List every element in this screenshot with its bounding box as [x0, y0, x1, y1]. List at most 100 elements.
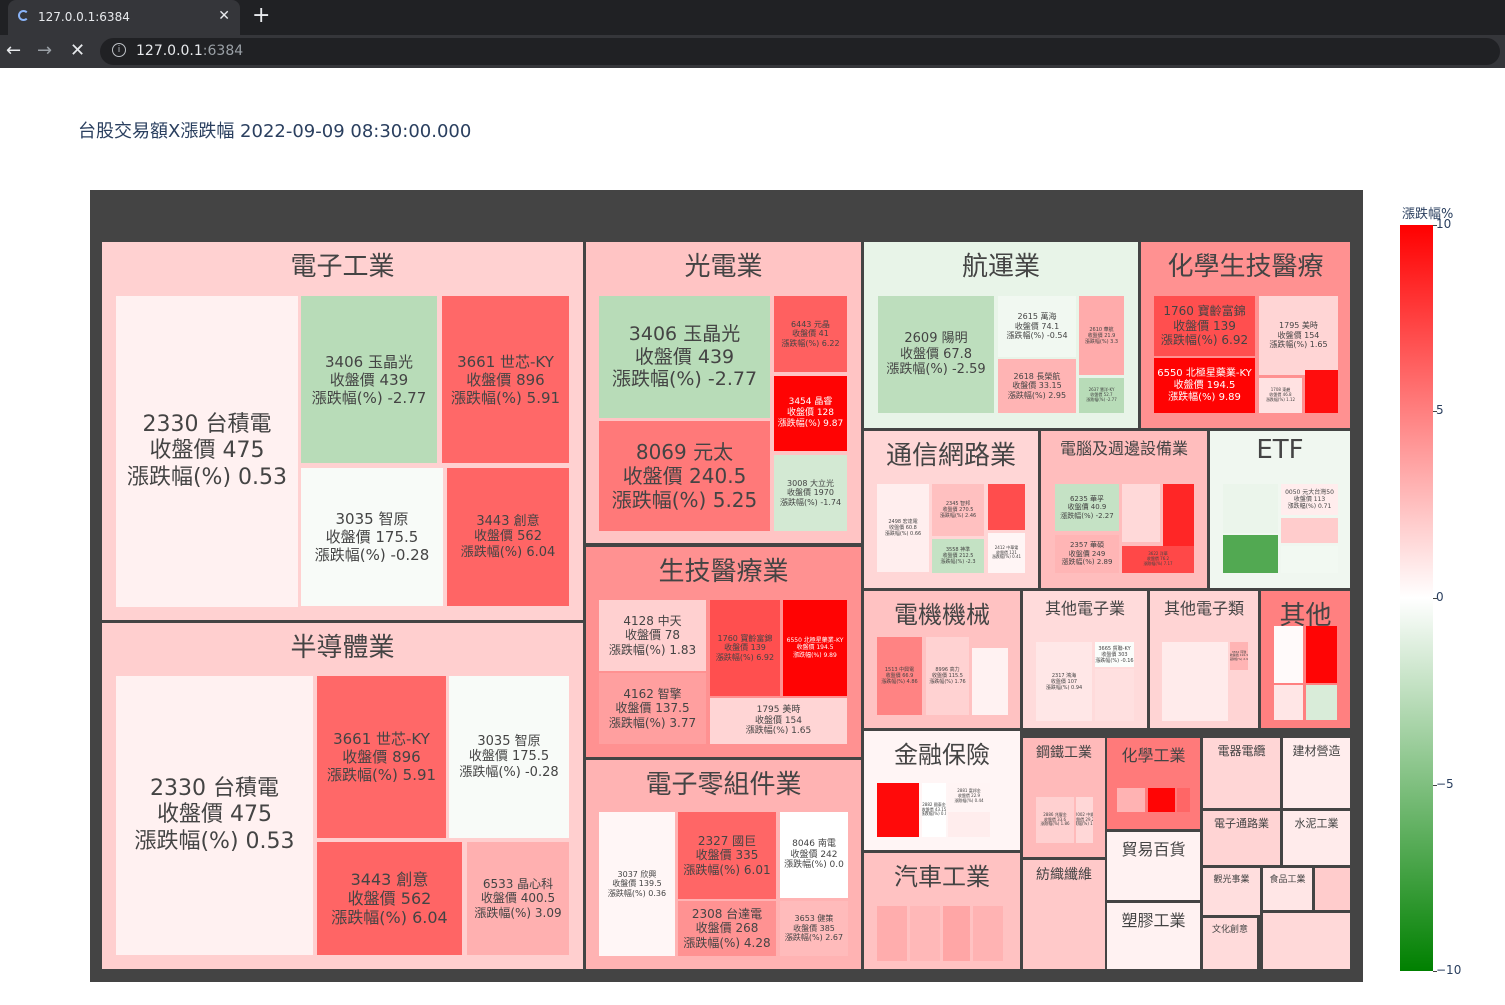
- sector-box[interactable]: 建材營造: [1283, 738, 1350, 808]
- sector-box[interactable]: 觀光事業: [1203, 868, 1260, 915]
- stock-tile[interactable]: 3665 貿聯-KY 收盤價 303 漲跌幅(%) -0.16: [1095, 642, 1134, 667]
- stock-tile[interactable]: 2330 台積電 收盤價 475 漲跌幅(%) 0.53: [116, 296, 298, 607]
- stock-tile[interactable]: 2615 萬海 收盤價 74.1 漲跌幅(%) -0.54: [998, 296, 1076, 357]
- stock-tile[interactable]: [1148, 788, 1175, 812]
- stock-tile[interactable]: 3443 創意 收盤價 562 漲跌幅(%) 6.04: [317, 842, 462, 955]
- close-tab-icon[interactable]: ✕: [218, 8, 230, 24]
- stock-tile[interactable]: 3443 創意 收盤價 562 漲跌幅(%) 6.04: [447, 468, 569, 606]
- stock-tile[interactable]: 3454 晶睿 收盤價 128 漲跌幅(%) 9.87: [774, 376, 847, 451]
- sector-box[interactable]: 食品工業: [1263, 868, 1312, 910]
- stock-tile[interactable]: 2637 慧洋-KY 收盤價 52.7 漲跌幅(%) -2.77: [1079, 378, 1124, 413]
- stock-tile[interactable]: 1760 寶齡富錦 收盤價 139 漲跌幅(%) 6.92: [1154, 296, 1255, 356]
- stock-tile[interactable]: [877, 906, 907, 961]
- stock-tile[interactable]: [1122, 484, 1160, 542]
- stock-tile[interactable]: 0050 元大台灣50 收盤價 113 漲跌幅(%) 0.71: [1281, 484, 1338, 515]
- stock-tile[interactable]: 6550 北極星藥業-KY 收盤價 194.5 漲跌幅(%) 9.89: [1154, 358, 1255, 413]
- stock-tile[interactable]: [1095, 669, 1134, 721]
- stock-tile[interactable]: 2882 國泰金 收盤價 43.15 漲跌幅(%) 0.0: [922, 783, 946, 837]
- stock-tile[interactable]: 3558 神準 收盤價 212.5 漲跌幅(%) -2.3: [932, 539, 984, 573]
- stock-tile[interactable]: [910, 906, 940, 961]
- new-tab-icon[interactable]: +: [252, 3, 270, 28]
- sector-box[interactable]: 電子通路業: [1203, 811, 1280, 865]
- stock-tile[interactable]: 1760 寶齡富錦 收盤價 139 漲跌幅(%) 6.92: [710, 600, 780, 696]
- stock-tile[interactable]: 6533 晶心科 收盤價 400.5 漲跌幅(%) 3.09: [467, 842, 569, 955]
- back-icon[interactable]: ←: [6, 40, 21, 61]
- stock-tile[interactable]: [1306, 685, 1337, 720]
- stock-tile[interactable]: [988, 484, 1025, 530]
- stock-tile[interactable]: 6235 華孚 收盤價 40.9 漲跌幅(%) -2.27: [1055, 484, 1119, 531]
- stock-tile-text: 2618 長榮航 收盤價 33.15 漲跌幅(%) 2.95: [1007, 371, 1067, 400]
- stock-tile[interactable]: 2308 台達電 收盤價 268 漲跌幅(%) 4.28: [678, 901, 776, 956]
- sector-box[interactable]: 紡織纖維: [1023, 860, 1105, 969]
- stock-tile[interactable]: 4128 中天 收盤價 78 漲跌幅(%) 1.83: [599, 600, 706, 671]
- sector-label: 生技醫療業: [658, 557, 789, 587]
- stock-tile[interactable]: [877, 783, 919, 837]
- stock-tile[interactable]: 2609 陽明 收盤價 67.8 漲跌幅(%) -2.59: [878, 296, 994, 413]
- stock-tile[interactable]: 2002 中鋼 收盤價 29.25 漲跌幅(%) 1.56: [1076, 797, 1093, 843]
- sector-box[interactable]: 電器電纜: [1203, 738, 1280, 808]
- stock-tile[interactable]: 3406 玉晶光 收盤價 439 漲跌幅(%) -2.77: [301, 296, 437, 463]
- stock-tile[interactable]: [1274, 626, 1303, 683]
- stock-tile[interactable]: 8069 元太 收盤價 240.5 漲跌幅(%) 5.25: [599, 421, 770, 531]
- stock-tile[interactable]: 3661 世芯-KY 收盤價 896 漲跌幅(%) 5.91: [317, 676, 446, 838]
- stock-tile[interactable]: 2618 長榮航 收盤價 33.15 漲跌幅(%) 2.95: [998, 359, 1076, 413]
- stock-tile[interactable]: 1795 美時 收盤價 154 漲跌幅(%) 1.65: [710, 698, 847, 744]
- stock-tile[interactable]: 2498 宏達電 收盤價 60.8 漲跌幅(%) 0.66: [877, 484, 929, 572]
- stock-tile[interactable]: [1163, 484, 1194, 547]
- stock-tile[interactable]: 3653 健策 收盤價 385 漲跌幅(%) 2.67: [780, 901, 848, 956]
- stop-loading-icon[interactable]: ✕: [70, 40, 85, 61]
- stock-tile[interactable]: [972, 648, 1008, 715]
- stock-tile[interactable]: 2330 台積電 收盤價 475 漲跌幅(%) 0.53: [116, 676, 313, 955]
- stock-tile[interactable]: 3406 玉晶光 收盤價 439 漲跌幅(%) -2.77: [599, 296, 770, 418]
- sector-box[interactable]: 水泥工業: [1283, 811, 1350, 865]
- stock-tile[interactable]: 3035 智原 收盤價 175.5 漲跌幅(%) -0.28: [301, 468, 443, 606]
- stock-tile[interactable]: [1281, 546, 1338, 573]
- stock-tile[interactable]: [1162, 642, 1228, 721]
- address-bar[interactable]: i 127.0.0.1:6384: [100, 38, 1500, 65]
- sector-box[interactable]: 貿易百貨: [1107, 832, 1200, 900]
- stock-tile[interactable]: 3037 欣興 收盤價 139.5 漲跌幅(%) 0.36: [599, 812, 675, 956]
- sector-box[interactable]: [1315, 868, 1350, 910]
- stock-tile[interactable]: [943, 906, 970, 961]
- stock-tile[interactable]: 6443 元晶 收盤價 41 漲跌幅(%) 6.22: [774, 296, 847, 372]
- stock-tile-text: 8069 元太 收盤價 240.5 漲跌幅(%) 5.25: [611, 440, 758, 512]
- stock-tile[interactable]: 3008 大立光 收盤價 1970 漲跌幅(%) -1.74: [774, 455, 847, 531]
- stock-tile[interactable]: [1117, 788, 1145, 812]
- site-info-icon[interactable]: i: [112, 43, 126, 57]
- stock-tile[interactable]: [1223, 484, 1278, 533]
- stock-tile[interactable]: 2357 華碩 收盤價 249 漲跌幅(%) 2.89: [1055, 535, 1119, 573]
- stock-tile[interactable]: 1795 美時 收盤價 154 漲跌幅(%) 1.65: [1259, 296, 1338, 375]
- sector-box[interactable]: 文化創意: [1203, 918, 1257, 969]
- stock-tile[interactable]: 4162 智擎 收盤價 137.5 漲跌幅(%) 3.77: [599, 673, 706, 744]
- stock-tile[interactable]: 2345 智邦 收盤價 270.5 漲跌幅(%) 2.46: [932, 484, 984, 536]
- stock-tile[interactable]: 2610 華航 收盤價 21.9 漲跌幅(%) 3.3: [1079, 296, 1124, 375]
- stock-tile[interactable]: 3622 洋華 收盤價 76.2 漲跌幅(%) 7.17: [1122, 546, 1194, 573]
- stock-tile[interactable]: [1274, 685, 1303, 720]
- stock-tile[interactable]: 2412 中華電 收盤價 121 漲跌幅(%) 0.41: [988, 533, 1025, 573]
- sector-box[interactable]: 化學工業: [1107, 738, 1200, 829]
- stock-tile[interactable]: 2327 國巨 收盤價 335 漲跌幅(%) 6.01: [678, 812, 776, 899]
- stock-tile[interactable]: [1177, 788, 1190, 812]
- stock-tile[interactable]: [973, 906, 1003, 961]
- stock-tile[interactable]: [1281, 518, 1338, 543]
- sector-box[interactable]: [1263, 913, 1350, 969]
- stock-tile[interactable]: [948, 812, 990, 837]
- stock-tile[interactable]: 1708 東鹼 收盤價 46.8 漲跌幅(%) 1.12: [1259, 378, 1302, 413]
- stock-tile[interactable]: 3035 智原 收盤價 175.5 漲跌幅(%) -0.28: [449, 676, 569, 838]
- stock-tile[interactable]: 8046 南電 收盤價 242 漲跌幅(%) 0.0: [780, 812, 848, 898]
- stock-tile[interactable]: 2881 富邦金 收盤價 22.9 漲跌幅(%) 0.44: [948, 783, 990, 810]
- stock-tile[interactable]: 6550 北極星藥業-KY 收盤價 194.5 漲跌幅(%) 9.89: [783, 600, 847, 696]
- stock-tile[interactable]: [1305, 370, 1338, 413]
- stock-tile[interactable]: 2317 鴻海 收盤價 107 漲跌幅(%) 0.94: [1036, 642, 1092, 721]
- stock-tile[interactable]: 3661 世芯-KY 收盤價 896 漲跌幅(%) 5.91: [442, 296, 569, 463]
- stock-tile[interactable]: 1513 中興電 收盤價 66.9 漲跌幅(%) 4.86: [877, 637, 922, 715]
- stock-tile-text: 2317 鴻海 收盤價 107 漲跌幅(%) 0.94: [1045, 672, 1083, 691]
- sector-box[interactable]: 塑膠工業: [1107, 903, 1200, 969]
- forward-icon[interactable]: →: [37, 40, 52, 61]
- stock-tile[interactable]: 2886 兆豐金 收盤價 33.6 漲跌幅(%) 1.86: [1036, 797, 1074, 843]
- stock-tile[interactable]: 3552 同致 收盤價 191.5 漲跌幅(%) 2.96: [1230, 642, 1248, 670]
- stock-tile[interactable]: [1306, 626, 1337, 683]
- stock-tile[interactable]: 8996 高力 收盤價 115.5 漲跌幅(%) 1.76: [926, 637, 969, 715]
- stock-tile[interactable]: [1223, 535, 1278, 573]
- browser-tab[interactable]: 127.0.0.1:6384 ✕: [8, 0, 240, 35]
